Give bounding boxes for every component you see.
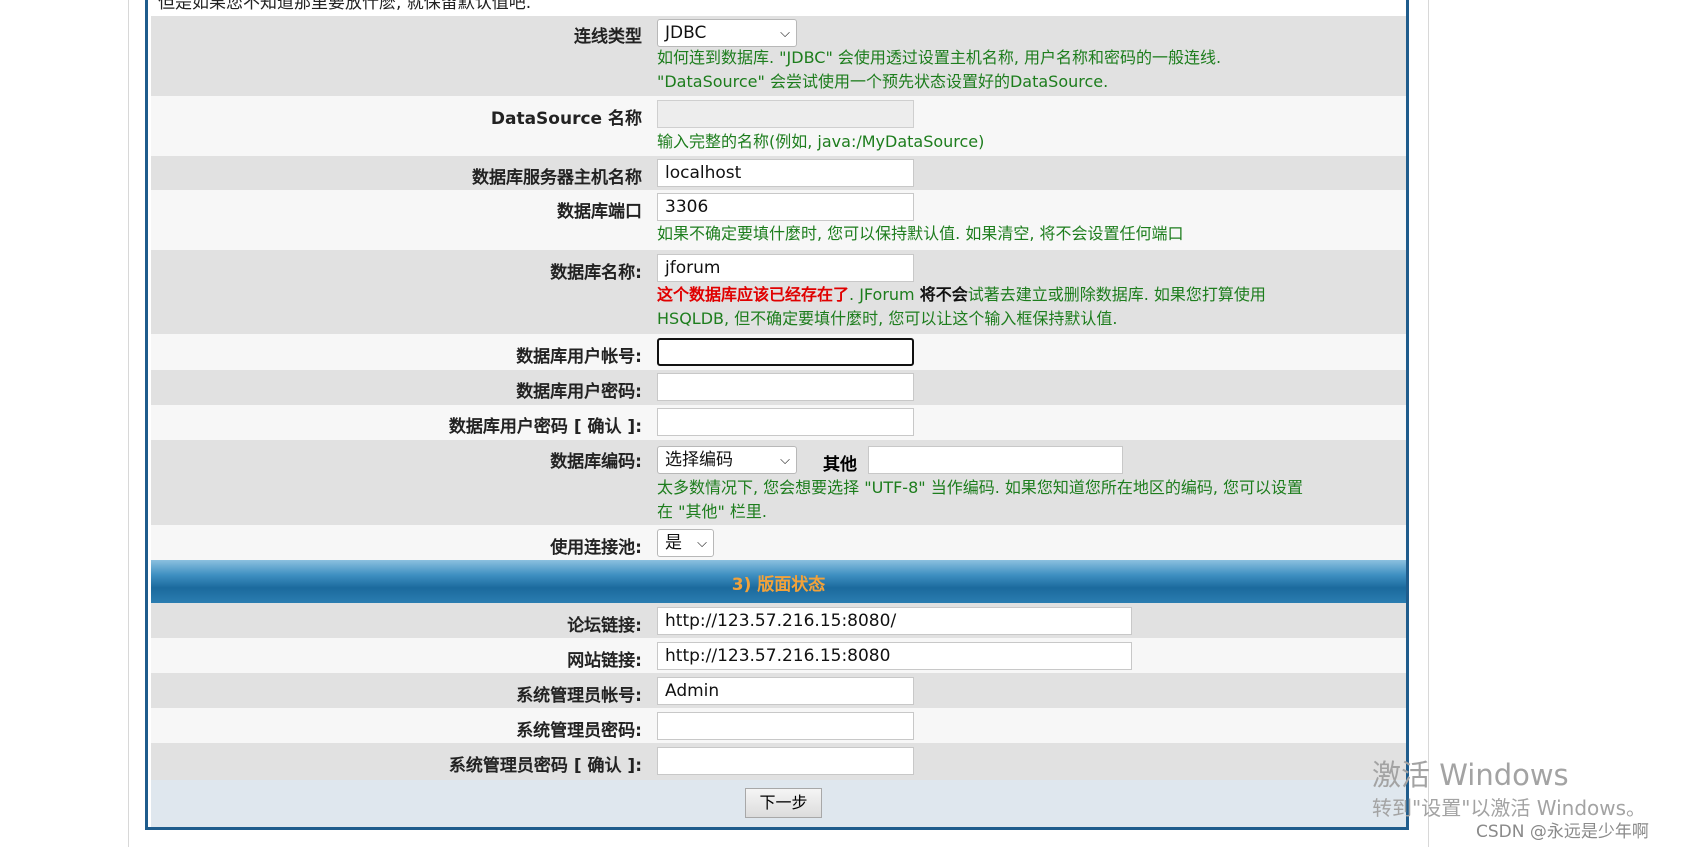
db-host-input[interactable]: localhost	[657, 159, 914, 187]
forum-link-label: 论坛链接:	[567, 616, 642, 636]
connection-type-help-1: 如何连到数据库. "JDBC" 会使用透过设置主机名称, 用户名称和密码的一般连…	[657, 48, 1222, 67]
forum-link-input[interactable]: http://123.57.216.15:8080/	[657, 607, 1132, 635]
db-encoding-help-1: 太多数情况下, 您会想要选择 "UTF-8" 当作编码. 如果您知道您所在地区的…	[657, 478, 1304, 497]
admin-pass-confirm-input[interactable]	[657, 747, 914, 775]
db-encoding-label: 数据库编码:	[550, 452, 642, 472]
row-site-link: 网站链接: http://123.57.216.15:8080	[151, 638, 1406, 673]
row-forum-link: 论坛链接: http://123.57.216.15:8080/	[151, 603, 1406, 638]
pool-select[interactable]: 是 ⌵	[657, 529, 714, 557]
datasource-help: 输入完整的名称(例如, java:/MyDataSource)	[657, 132, 985, 151]
db-name-help-mid: . JForum	[849, 285, 920, 304]
connection-type-help-2: "DataSource" 会尝试使用一个预先状态设置好的DataSource.	[657, 72, 1109, 91]
db-port-label: 数据库端口	[557, 202, 642, 222]
pool-value: 是	[665, 533, 682, 553]
admin-user-label: 系统管理员帐号:	[516, 686, 642, 706]
db-name-help-rest: 试著去建立或删除数据库. 如果您打算使用	[967, 285, 1266, 304]
intro-text: 但是如果您不知道那里要放什麽, 就保留默认值吧.	[158, 0, 532, 13]
db-pass-confirm-input[interactable]	[657, 408, 914, 436]
row-db-host: 数据库服务器主机名称 localhost	[151, 156, 1406, 190]
db-name-help-2: HSQLDB, 但不确定要填什麼时, 您可以让这个输入框保持默认值.	[657, 309, 1118, 328]
db-name-help-1: 这个数据库应该已经存在了. JForum 将不会试著去建立或删除数据库. 如果您…	[657, 283, 1266, 307]
form-footer: 下一步	[151, 780, 1406, 827]
db-encoding-value: 选择编码	[665, 450, 733, 470]
chevron-down-icon: ⌵	[780, 26, 790, 41]
connection-type-select[interactable]: JDBC ⌵	[657, 19, 797, 47]
site-link-label: 网站链接:	[567, 651, 642, 671]
row-db-encoding: 数据库编码: 选择编码 ⌵ 其他 太多数情况下, 您会想要选择 "UTF-8" …	[151, 440, 1406, 525]
page-right-border	[1428, 0, 1429, 847]
csdn-credit: CSDN @永远是少年啊	[1476, 822, 1649, 842]
row-connection-type: 连线类型 JDBC ⌵ 如何连到数据库. "JDBC" 会使用透过设置主机名称,…	[151, 16, 1406, 96]
row-admin-user: 系统管理员帐号: Admin	[151, 673, 1406, 708]
row-db-name: 数据库名称: jforum 这个数据库应该已经存在了. JForum 将不会试著…	[151, 250, 1406, 334]
connection-type-label: 连线类型	[574, 27, 642, 47]
db-port-help: 如果不确定要填什麼时, 您可以保持默认值. 如果清空, 将不会设置任何端口	[657, 224, 1184, 243]
db-port-input[interactable]: 3306	[657, 193, 914, 221]
admin-pass-confirm-label: 系统管理员密码 [ 确认 ]:	[448, 756, 642, 776]
install-form-panel: 但是如果您不知道那里要放什麽, 就保留默认值吧. 连线类型 JDBC ⌵ 如何连…	[145, 0, 1409, 830]
db-name-label: 数据库名称:	[550, 263, 642, 283]
page-left-border	[128, 0, 129, 847]
datasource-input[interactable]	[657, 100, 914, 128]
admin-pass-label: 系统管理员密码:	[516, 721, 642, 741]
db-name-help-bold: 将不会	[919, 285, 968, 304]
section-title: 3) 版面状态	[731, 575, 826, 595]
admin-pass-input[interactable]	[657, 712, 914, 740]
datasource-label: DataSource 名称	[490, 109, 642, 129]
db-encoding-select[interactable]: 选择编码 ⌵	[657, 446, 797, 474]
db-user-input[interactable]	[657, 338, 914, 366]
db-pass-input[interactable]	[657, 373, 914, 401]
row-db-pass: 数据库用户密码:	[151, 370, 1406, 405]
row-db-port: 数据库端口 3306 如果不确定要填什麼时, 您可以保持默认值. 如果清空, 将…	[151, 190, 1406, 250]
db-encoding-help-2: 在 "其他" 栏里.	[657, 502, 767, 521]
section-header: 3) 版面状态	[151, 560, 1406, 603]
db-name-warning: 这个数据库应该已经存在了	[657, 285, 850, 304]
row-admin-pass: 系统管理员密码:	[151, 708, 1406, 743]
chevron-down-icon: ⌵	[697, 536, 707, 551]
chevron-down-icon: ⌵	[780, 453, 790, 468]
row-db-user: 数据库用户帐号:	[151, 334, 1406, 370]
next-button[interactable]: 下一步	[745, 788, 822, 818]
admin-user-input[interactable]: Admin	[657, 677, 914, 705]
site-link-input[interactable]: http://123.57.216.15:8080	[657, 642, 1132, 670]
other-encoding-label: 其他	[823, 455, 857, 475]
db-pass-confirm-label: 数据库用户密码 [ 确认 ]:	[448, 417, 642, 437]
db-pass-label: 数据库用户密码:	[516, 382, 642, 402]
activate-windows-watermark: 激活 Windows	[1372, 758, 1569, 792]
db-name-input[interactable]: jforum	[657, 254, 914, 282]
db-user-label: 数据库用户帐号:	[516, 347, 642, 367]
other-encoding-input[interactable]	[868, 446, 1123, 474]
db-host-label: 数据库服务器主机名称	[472, 168, 642, 188]
row-admin-pass-confirm: 系统管理员密码 [ 确认 ]:	[151, 743, 1406, 780]
row-db-pass-confirm: 数据库用户密码 [ 确认 ]:	[151, 405, 1406, 440]
connection-type-value: JDBC	[665, 23, 707, 43]
pool-label: 使用连接池:	[550, 538, 642, 558]
row-datasource: DataSource 名称 输入完整的名称(例如, java:/MyDataSo…	[151, 96, 1406, 156]
row-pool: 使用连接池: 是 ⌵	[151, 525, 1406, 560]
